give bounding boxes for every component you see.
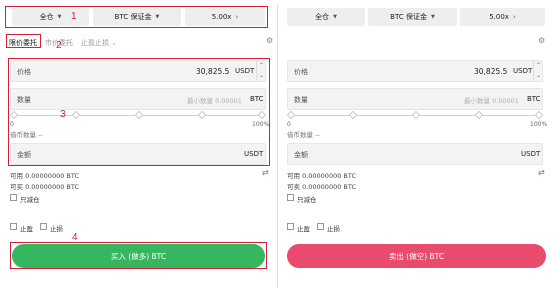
price-value: 30,825.5 — [474, 67, 508, 76]
amount-field[interactable]: 金额 USDT — [287, 143, 543, 165]
chevron-up-icon[interactable]: ⌃ — [534, 61, 543, 71]
amount-label: 金额 — [294, 151, 308, 159]
price-field[interactable]: 价格 30,825.5 USDT ⌃ ⌄ — [287, 60, 543, 82]
stop-loss-checkbox[interactable] — [317, 223, 324, 230]
borrow-amount: 借币数量 -- — [287, 131, 320, 139]
annotation-box-2 — [6, 34, 41, 48]
contract-label: BTC 保证金 — [390, 13, 427, 21]
margin-mode-label: 全仓 — [315, 13, 330, 21]
price-stepper[interactable]: ⌃ ⌄ — [533, 61, 543, 81]
settings-icon[interactable]: ⚙ — [538, 36, 545, 45]
slider-max-label: 100% — [530, 121, 548, 128]
annotation-number-3: 3 — [60, 109, 66, 120]
amount-unit: USDT — [521, 150, 541, 158]
available-balance: 可用 0.00000000 BTC — [10, 172, 80, 180]
leverage-label: 5.00x — [489, 13, 509, 21]
chevron-right-icon: › — [512, 13, 516, 21]
contract-dropdown[interactable]: BTC 保证金 ▼ — [368, 8, 457, 26]
settings-icon[interactable]: ⚙ — [266, 36, 273, 45]
reduce-only-checkbox[interactable] — [10, 194, 17, 201]
quantity-unit: BTC — [527, 95, 541, 103]
caret-down-icon: ▼ — [333, 14, 337, 20]
stop-loss-label: 止损 — [50, 225, 63, 233]
sellable-amount: 可卖 0.00000000 BTC — [287, 183, 357, 191]
reduce-only-label: 只减仓 — [297, 196, 317, 204]
price-unit: USDT — [513, 67, 533, 75]
tab-tp-sl[interactable]: 止盈止损 ⌄ — [81, 38, 116, 48]
annotation-number-4: 4 — [72, 232, 78, 243]
chevron-down-icon[interactable]: ⌄ — [534, 71, 543, 81]
take-profit-label: 止盈 — [20, 225, 33, 233]
take-profit-checkbox[interactable] — [287, 223, 294, 230]
caret-down-icon: ▼ — [430, 14, 435, 20]
slider-tick[interactable] — [534, 110, 544, 120]
slider-tick[interactable] — [348, 110, 358, 120]
stop-loss-checkbox[interactable] — [40, 223, 47, 230]
slider-handle[interactable] — [286, 110, 296, 120]
quantity-slider[interactable] — [286, 110, 544, 121]
annotation-number-1: 1 — [71, 11, 77, 22]
swap-arrows-icon[interactable]: ⇄ — [538, 168, 545, 177]
take-profit-checkbox[interactable] — [10, 223, 17, 230]
margin-mode-dropdown[interactable]: 全仓 ▼ — [287, 8, 365, 26]
reduce-only-checkbox[interactable] — [287, 194, 294, 201]
available-balance: 可用 0.00000000 BTC — [287, 172, 357, 180]
slider-min-label: 0 — [287, 121, 291, 128]
chevron-down-icon: ⌄ — [111, 40, 117, 47]
slider-tick[interactable] — [474, 110, 484, 120]
swap-arrows-icon[interactable]: ⇄ — [262, 168, 269, 177]
quantity-field[interactable]: 数量 最小数量 0.00001 BTC — [287, 88, 543, 110]
annotation-box-3 — [8, 58, 270, 166]
quantity-placeholder: 最小数量 0.00001 — [464, 97, 519, 105]
stop-loss-label: 止损 — [327, 225, 340, 233]
take-profit-label: 止盈 — [297, 225, 310, 233]
quantity-label: 数量 — [294, 96, 308, 104]
price-label: 价格 — [294, 68, 308, 76]
buyable-amount: 可买 0.00000000 BTC — [10, 183, 80, 191]
annotation-number-2: 2 — [56, 40, 62, 51]
annotation-box-1 — [5, 6, 268, 28]
panel-divider — [277, 4, 278, 288]
slider-tick[interactable] — [411, 110, 421, 120]
reduce-only-label: 只减仓 — [20, 196, 40, 204]
tab-tp-sl-label: 止盈止损 — [81, 39, 109, 47]
annotation-box-4 — [10, 242, 267, 269]
leverage-dropdown[interactable]: 5.00x › — [460, 8, 545, 26]
sell-short-button[interactable]: 卖出 (做空) BTC — [287, 244, 546, 268]
